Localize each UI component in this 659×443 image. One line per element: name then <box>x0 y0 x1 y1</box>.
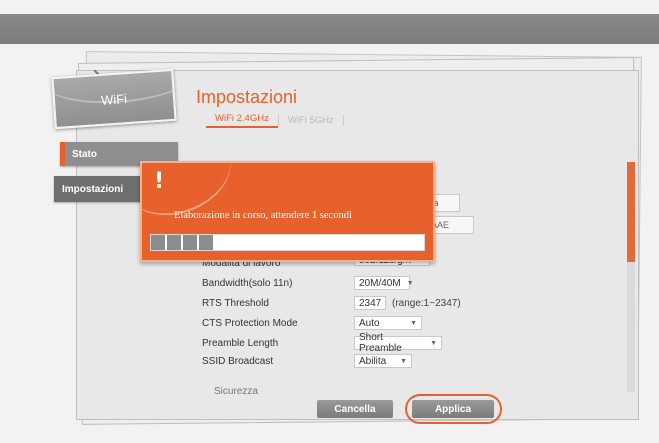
chevron-down-icon: ▼ <box>430 339 437 347</box>
ssid-broadcast-label: SSID Broadcast <box>202 356 274 367</box>
cts-protection-label: CTS Protection Mode <box>202 318 298 329</box>
chevron-down-icon: ▼ <box>410 319 417 327</box>
scrollbar-thumb[interactable] <box>627 162 635 262</box>
chevron-down-icon: ▼ <box>406 279 414 287</box>
bandwidth-label: Bandwidth(solo 11n) <box>202 278 293 289</box>
wifi-section-badge: WiFi <box>51 68 177 130</box>
apply-button[interactable]: Applica <box>412 400 494 418</box>
tab-wifi-24ghz[interactable]: WiFi 2.4GHz <box>206 113 278 128</box>
progress-bar <box>150 234 425 251</box>
sidebar-item-label: Stato <box>72 148 97 160</box>
chevron-down-icon: ▼ <box>400 357 407 365</box>
warning-exclamation-icon: ! <box>154 169 165 194</box>
progress-fill <box>151 235 219 250</box>
sidebar-item-label: Impostazioni <box>62 183 124 195</box>
ssid-broadcast-select[interactable]: Abilita ▼ <box>354 354 412 368</box>
band-tabs: WiFi 2.4GHz WiFi 5GHz <box>206 113 344 128</box>
rts-range-hint: (range:1~2347) <box>392 298 461 309</box>
processing-message: Elaborazione in corso, attendere 1 secon… <box>174 210 352 221</box>
rts-threshold-label: RTS Threshold <box>202 298 269 309</box>
cts-protection-select[interactable]: Auto ▼ <box>354 316 422 330</box>
sidebar-item-impostazioni[interactable]: Impostazioni <box>54 176 142 202</box>
page-title: Impostazioni <box>196 87 298 107</box>
cancel-button[interactable]: Cancella <box>317 400 393 418</box>
preamble-length-label: Preamble Length <box>202 338 279 349</box>
top-bar <box>0 14 659 44</box>
bandwidth-select[interactable]: 20M/40M ▼ <box>354 276 414 290</box>
processing-dialog: ! Elaborazione in corso, attendere 1 sec… <box>140 161 435 262</box>
rts-threshold-input[interactable]: 2347 <box>354 296 386 310</box>
tab-divider <box>342 115 344 126</box>
wifi-badge-label: WiFi <box>100 90 128 108</box>
preamble-length-select[interactable]: Short Preamble ▼ <box>354 332 442 354</box>
tab-wifi-5ghz[interactable]: WiFi 5GHz <box>279 115 343 126</box>
security-heading: Sicurezza <box>214 386 258 394</box>
